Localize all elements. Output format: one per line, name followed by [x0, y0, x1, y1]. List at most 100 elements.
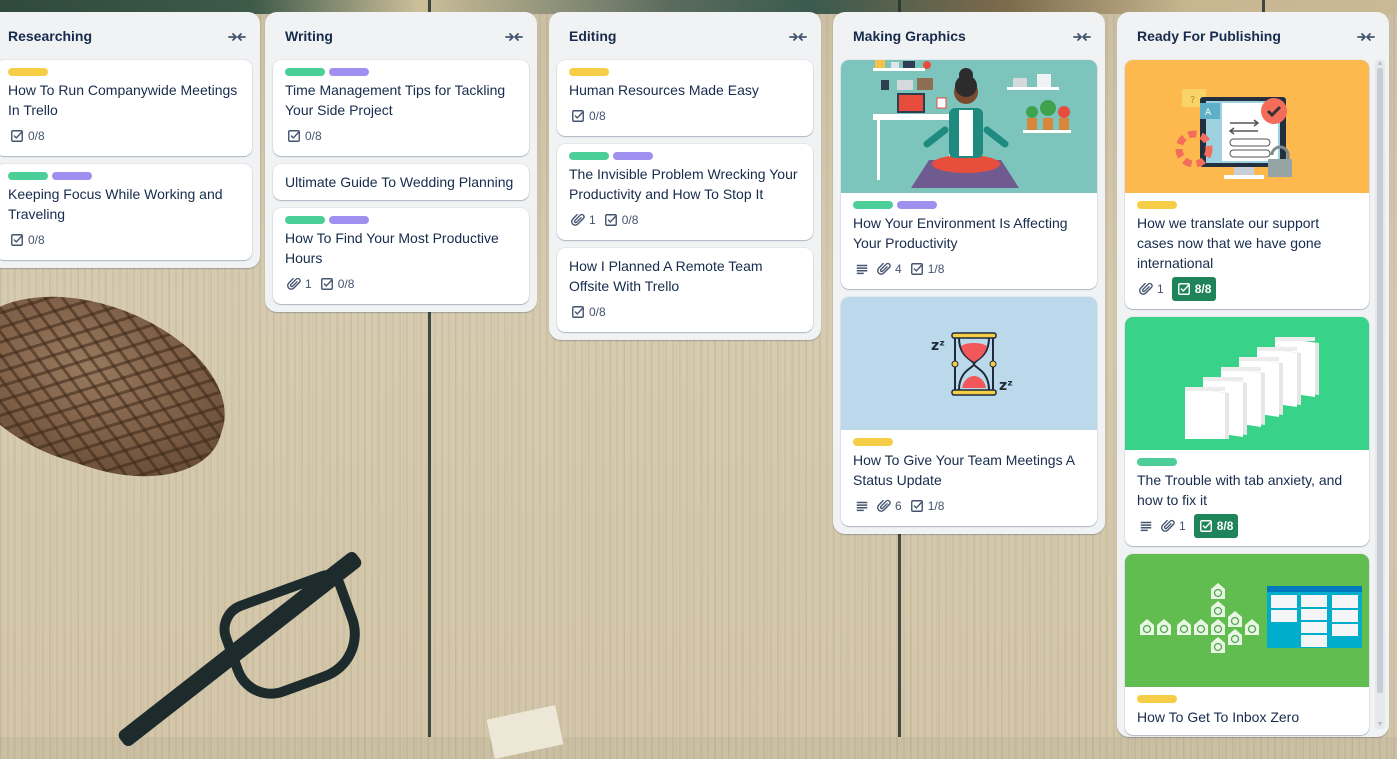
- label-purple[interactable]: [329, 216, 369, 224]
- checklist-icon: [10, 129, 24, 143]
- inbox-zero-cover-image: [1125, 554, 1369, 687]
- checklist-icon: [604, 213, 618, 227]
- card[interactable]: ? A How we translate our support cases n…: [1125, 60, 1369, 309]
- card-list: How To Run Companywide Meetings In Trell…: [0, 60, 260, 260]
- card[interactable]: zᶻ zᶻ How To Give Your Team Meetings A S…: [841, 297, 1097, 526]
- svg-text:zᶻ: zᶻ: [999, 378, 1013, 394]
- background-paper: [486, 705, 564, 759]
- label-yellow[interactable]: [1137, 201, 1177, 209]
- label-purple[interactable]: [897, 201, 937, 209]
- attachment-icon: [571, 213, 585, 227]
- description-icon: [855, 257, 869, 281]
- scroll-up-arrow[interactable]: ▲: [1376, 60, 1384, 68]
- attachments-badge: 4: [877, 257, 902, 281]
- label-yellow[interactable]: [8, 68, 48, 76]
- card-list: Human Resources Made Easy 0/8 The Invisibl…: [549, 60, 821, 332]
- list-scrollbar[interactable]: ▲ ▼: [1375, 60, 1385, 729]
- card[interactable]: The Trouble with tab anxiety, and how to…: [1125, 317, 1369, 546]
- label-purple[interactable]: [613, 152, 653, 160]
- card-title: Keeping Focus While Working and Travelin…: [8, 186, 223, 222]
- card-title: The Invisible Problem Wrecking Your Prod…: [569, 166, 798, 202]
- checklist-icon: [571, 109, 585, 123]
- scrollbar-thumb[interactable]: [1377, 68, 1383, 693]
- card-title: How Your Environment Is Affecting Your P…: [853, 215, 1068, 251]
- card-badges: 1 8/8: [1137, 277, 1357, 301]
- background-pinecone: [0, 267, 249, 503]
- collapse-icon[interactable]: [228, 30, 246, 42]
- list-header: Writing: [265, 12, 537, 60]
- label-green[interactable]: [285, 216, 325, 224]
- card-badges: 1 0/8: [569, 208, 801, 232]
- label-green[interactable]: [285, 68, 325, 76]
- card-labels: [285, 68, 517, 76]
- attachments-count: 6: [895, 499, 902, 513]
- meditation-cover-image: [841, 60, 1097, 193]
- label-green[interactable]: [853, 201, 893, 209]
- scroll-down-arrow[interactable]: ▼: [1376, 721, 1384, 729]
- label-green[interactable]: [569, 152, 609, 160]
- checklist-icon: [571, 305, 585, 319]
- card-body: Ultimate Guide To Wedding Planning: [273, 164, 529, 200]
- card-body: How Your Environment Is Affecting Your P…: [841, 193, 1097, 289]
- checklist-badge: 0/8: [10, 228, 45, 252]
- support-translation-cover-image: ? A: [1125, 60, 1369, 193]
- card[interactable]: Time Management Tips for Tackling Your S…: [273, 60, 529, 156]
- collapse-icon[interactable]: [1357, 30, 1375, 42]
- card[interactable]: How I Planned A Remote Team Offsite With…: [557, 248, 813, 332]
- card-title: How To Run Companywide Meetings In Trell…: [8, 82, 238, 118]
- card[interactable]: How To Find Your Most Productive Hours 1 0…: [273, 208, 529, 304]
- checklist-icon: [1177, 282, 1191, 296]
- list-title[interactable]: Researching: [8, 28, 92, 44]
- card[interactable]: How Your Environment Is Affecting Your P…: [841, 60, 1097, 289]
- attachments-count: 1: [589, 213, 596, 227]
- label-green[interactable]: [1137, 458, 1177, 466]
- checklist-badge: 8/8: [1171, 277, 1217, 301]
- list-title[interactable]: Writing: [285, 28, 333, 44]
- label-yellow[interactable]: [569, 68, 609, 76]
- label-yellow[interactable]: [1137, 695, 1177, 703]
- attachments-badge: 1: [571, 208, 596, 232]
- card[interactable]: Human Resources Made Easy 0/8: [557, 60, 813, 136]
- list-title[interactable]: Ready For Publishing: [1137, 28, 1281, 44]
- label-purple[interactable]: [52, 172, 92, 180]
- attachment-icon: [1161, 519, 1175, 533]
- checklist-count: 0/8: [621, 213, 639, 227]
- card-labels: [853, 201, 1085, 209]
- collapse-icon[interactable]: [789, 30, 807, 42]
- card-badges: 0/8: [569, 300, 801, 324]
- collapse-icon[interactable]: [505, 30, 523, 42]
- card[interactable]: Keeping Focus While Working and Travelin…: [0, 164, 252, 260]
- checklist-count: 8/8: [1216, 519, 1234, 533]
- background-glasses-rim: [211, 565, 374, 710]
- card-badges: 0/8: [8, 228, 240, 252]
- list-title[interactable]: Editing: [569, 28, 616, 44]
- card[interactable]: How To Get To Inbox Zero: [1125, 554, 1369, 735]
- attachment-icon: [877, 262, 891, 276]
- card-body: Human Resources Made Easy 0/8: [557, 60, 813, 136]
- card-badges: 0/8: [285, 124, 517, 148]
- checklist-badge: 1/8: [910, 257, 945, 281]
- label-yellow[interactable]: [853, 438, 893, 446]
- checklist-badge: 8/8: [1193, 514, 1239, 538]
- list-editing: Editing Human Resources Made Easy 0/8 The I…: [549, 12, 821, 340]
- collapse-icon[interactable]: [1073, 30, 1091, 42]
- checklist-icon: [320, 277, 334, 291]
- list-title[interactable]: Making Graphics: [853, 28, 966, 44]
- card-body: The Invisible Problem Wrecking Your Prod…: [557, 144, 813, 240]
- card-body: How To Find Your Most Productive Hours 1 0…: [273, 208, 529, 304]
- card[interactable]: Ultimate Guide To Wedding Planning: [273, 164, 529, 200]
- label-green[interactable]: [8, 172, 48, 180]
- checklist-count: 8/8: [1194, 282, 1212, 296]
- checklist-count: 0/8: [28, 233, 45, 247]
- card[interactable]: The Invisible Problem Wrecking Your Prod…: [557, 144, 813, 240]
- checklist-count: 1/8: [927, 262, 945, 276]
- card-body: How I Planned A Remote Team Offsite With…: [557, 248, 813, 332]
- card-title: Human Resources Made Easy: [569, 82, 759, 98]
- card-body: How To Give Your Team Meetings A Status …: [841, 430, 1097, 526]
- checklist-icon: [287, 129, 301, 143]
- attachments-count: 4: [895, 262, 902, 276]
- checklist-badge: 0/8: [571, 300, 606, 324]
- label-purple[interactable]: [329, 68, 369, 76]
- card[interactable]: How To Run Companywide Meetings In Trell…: [0, 60, 252, 156]
- attachments-badge: 6: [877, 494, 902, 518]
